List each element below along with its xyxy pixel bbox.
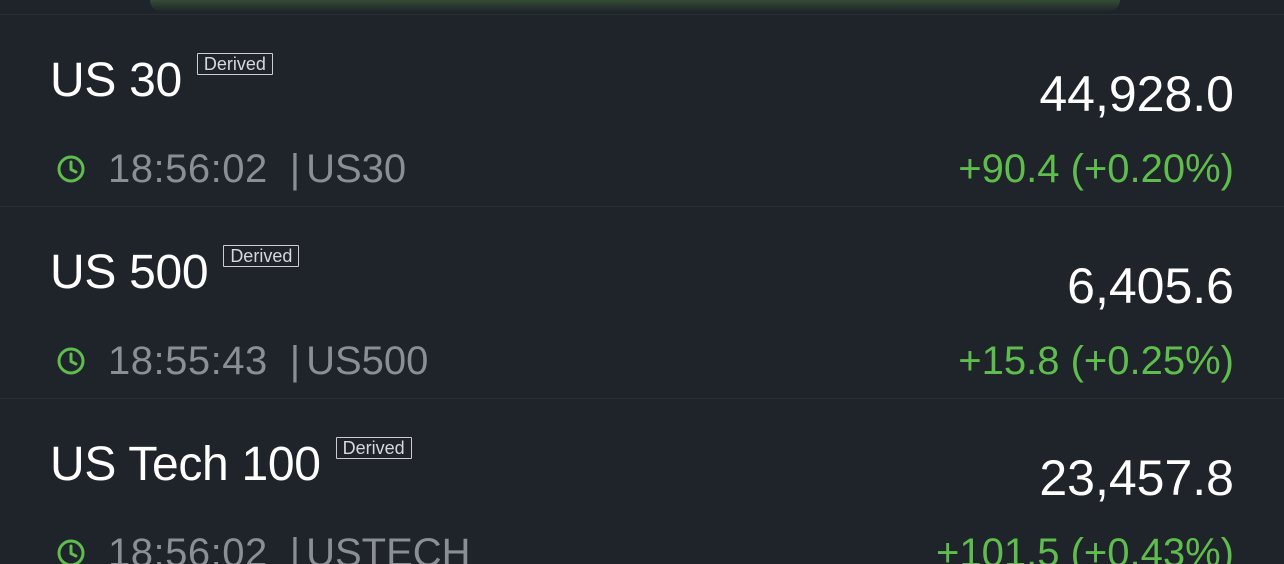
instrument-meta: 18:55:43 | US500 <box>56 337 428 385</box>
top-glow-edge <box>150 0 1120 12</box>
clock-icon <box>57 347 85 375</box>
meta-separator: | <box>289 339 301 383</box>
instrument-symbol: US30 <box>306 147 407 191</box>
last-update-time: 18:55:43 <box>108 339 268 383</box>
meta-separator: | <box>289 531 301 564</box>
derived-badge: Derived <box>335 437 412 459</box>
instrument-row-us500[interactable]: US 500 Derived 6,405.6 18:55:43 | US500 … <box>0 207 1284 399</box>
derived-badge: Derived <box>223 245 300 267</box>
instrument-meta: 18:56:02 | USTECH <box>56 529 471 564</box>
instrument-price: 6,405.6 <box>1067 258 1234 314</box>
instrument-symbol: USTECH <box>306 531 471 564</box>
instrument-price: 44,928.0 <box>1039 66 1234 122</box>
instrument-name: US 30 <box>50 54 182 107</box>
instrument-name-line: US 500 Derived <box>50 245 300 301</box>
price-change: +15.8 (+0.25%) <box>958 339 1234 383</box>
instrument-meta: 18:56:02 | US30 <box>56 145 406 193</box>
price-change: +101.5 (+0.43%) <box>936 531 1234 564</box>
last-update-time: 18:56:02 <box>108 531 268 564</box>
meta-separator: | <box>289 147 301 191</box>
instrument-name-line: US Tech 100 Derived <box>50 437 412 493</box>
instrument-name-line: US 30 Derived <box>50 53 273 109</box>
instrument-price: 23,457.8 <box>1039 450 1234 506</box>
price-change: +90.4 (+0.20%) <box>958 147 1234 191</box>
clock-icon <box>57 155 85 183</box>
instrument-symbol: US500 <box>306 339 429 383</box>
derived-badge: Derived <box>196 53 273 75</box>
last-update-time: 18:56:02 <box>108 147 268 191</box>
market-list-screen: US 30 Derived 44,928.0 18:56:02 | US30 +… <box>0 0 1284 564</box>
instrument-row-ustech[interactable]: US Tech 100 Derived 23,457.8 18:56:02 | … <box>0 399 1284 564</box>
clock-icon <box>57 539 85 564</box>
instrument-name: US Tech 100 <box>50 438 321 491</box>
instrument-name: US 500 <box>50 246 209 299</box>
instrument-row-us30[interactable]: US 30 Derived 44,928.0 18:56:02 | US30 +… <box>0 15 1284 207</box>
